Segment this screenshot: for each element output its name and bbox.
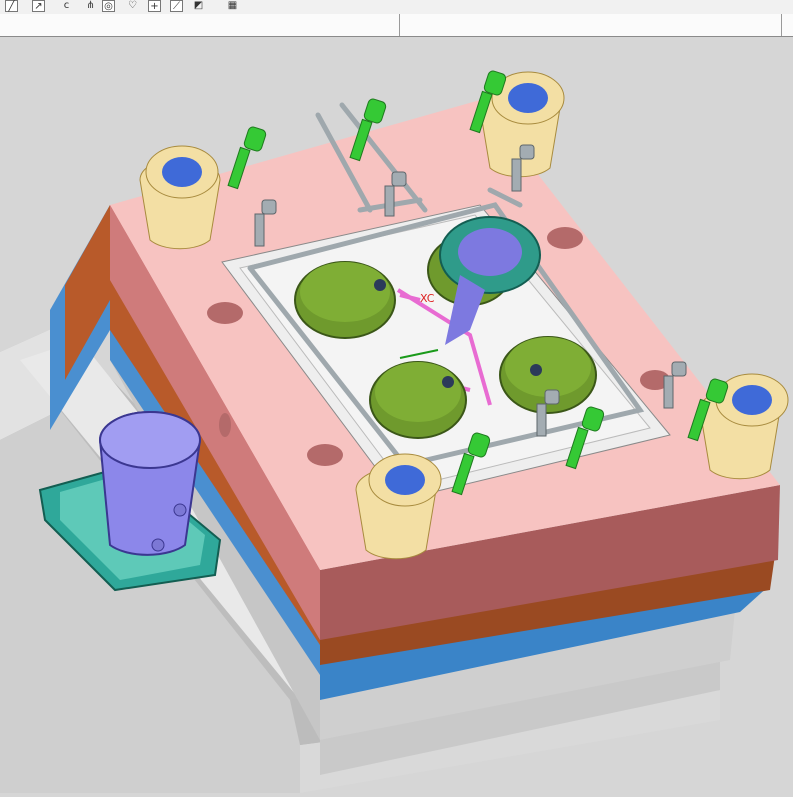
arc-tool-icon[interactable]: ϲ <box>60 0 73 12</box>
grid-settings-icon[interactable]: ▦ <box>226 0 239 12</box>
view-cube-icon[interactable]: ◩ <box>192 0 205 12</box>
trim-tool-icon[interactable]: ⟋ <box>170 0 183 12</box>
graphics-viewport[interactable]: XC <box>0 37 793 793</box>
axis-label-xc: XC <box>420 292 435 305</box>
add-point-icon[interactable]: + <box>148 0 161 12</box>
mold-assembly-model[interactable]: XC <box>0 37 793 793</box>
snap-point-icon[interactable]: ⋔ <box>84 0 97 12</box>
arrow-tool-icon[interactable]: ↗ <box>32 0 45 12</box>
toolbar: ╱ ↗ ϲ ⋔ ◎ ♡ + ⟋ ◩ ▦ <box>0 0 793 15</box>
status-separator <box>399 14 400 36</box>
heart-curve-icon[interactable]: ♡ <box>126 0 139 12</box>
circle-center-icon[interactable]: ◎ <box>102 0 115 12</box>
status-separator <box>781 14 782 36</box>
status-bar <box>0 14 793 37</box>
line-tool-icon[interactable]: ╱ <box>5 0 18 12</box>
